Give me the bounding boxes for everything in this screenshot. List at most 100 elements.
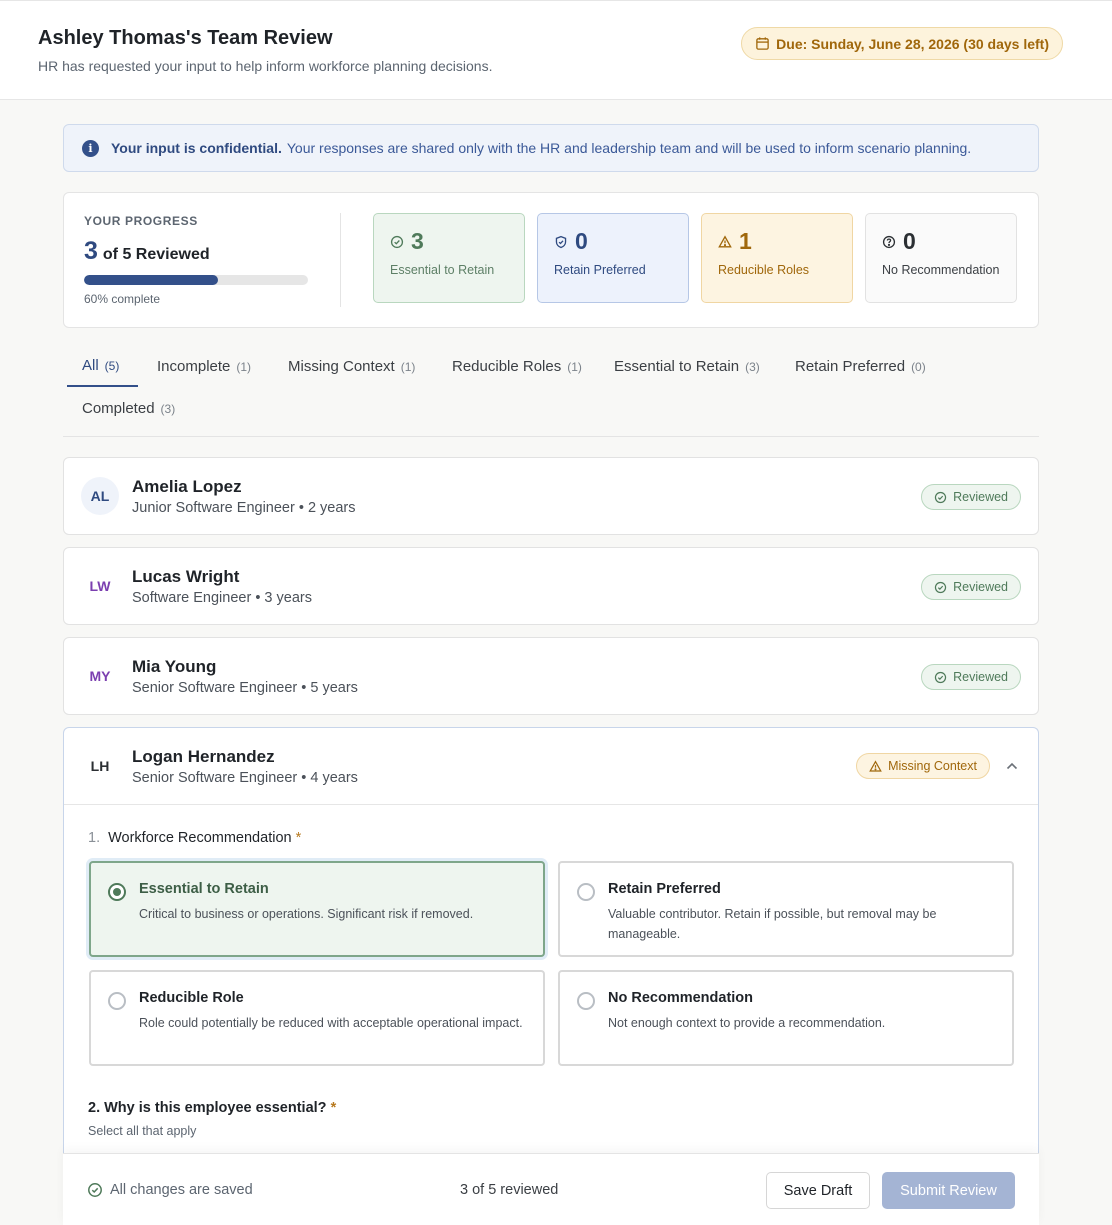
stat-reducible-value: 1	[739, 228, 752, 254]
reviewed-count: 3 of 5 reviewed	[460, 1182, 559, 1198]
banner-text: Your responses are shared only with the …	[286, 140, 972, 156]
employee-role: Software Engineer • 3 years	[132, 590, 312, 606]
reviewed-of-text: of 5 Reviewed	[102, 246, 210, 263]
tab-count: (0)	[911, 359, 926, 374]
status-text: Reviewed	[953, 580, 1008, 594]
option-title: Reducible Role	[139, 990, 244, 1006]
status-badge: Reviewed	[921, 664, 1021, 690]
tab-label: Retain Preferred	[795, 358, 906, 375]
avatar: MY	[89, 668, 111, 684]
tab-reducible-roles[interactable]: Reducible Roles (1)	[448, 346, 586, 387]
tab-count: (1)	[567, 359, 582, 374]
option-reducible-role[interactable]: Reducible Role Role could potentially be…	[89, 970, 545, 1066]
employee-role: Senior Software Engineer • 5 years	[132, 680, 358, 696]
tab-retain-preferred[interactable]: Retain Preferred (0)	[791, 346, 930, 387]
option-description: Role could potentially be reduced with a…	[139, 1016, 523, 1030]
sticky-footer: All changes are saved 3 of 5 reviewed Sa…	[63, 1153, 1039, 1225]
reviewed-number: 3	[84, 237, 98, 265]
tab-count: (3)	[745, 359, 760, 374]
tab-incomplete[interactable]: Incomplete (1)	[153, 346, 255, 387]
chevron-up-icon[interactable]	[1005, 759, 1019, 773]
page-header: Ashley Thomas's Team Review HR has reque…	[0, 0, 1112, 100]
employee-name: Lucas Wright	[132, 567, 240, 586]
tab-label: Reducible Roles	[452, 358, 562, 375]
tab-count: (5)	[104, 358, 120, 373]
required-mark: *	[330, 1100, 337, 1116]
info-icon: i	[82, 139, 99, 157]
progress-percent: 60% complete	[84, 292, 161, 306]
option-description: Critical to business or operations. Sign…	[139, 907, 474, 921]
radio[interactable]	[108, 992, 126, 1010]
progress-bar-fill	[84, 275, 219, 285]
employee-card[interactable]: MY Mia Young Senior Software Engineer • …	[63, 637, 1039, 715]
tab-completed[interactable]: Completed (3)	[78, 388, 179, 429]
status-text: Reviewed	[953, 490, 1008, 504]
employee-card[interactable]: LW Lucas Wright Software Engineer • 3 ye…	[63, 547, 1039, 625]
question-circle-icon	[882, 235, 896, 248]
check-circle-icon	[88, 1183, 102, 1197]
shield-icon	[555, 235, 567, 248]
stat-retain-preferred[interactable]: 0 Retain Preferred	[537, 213, 689, 303]
employee-card-expanded: LH Logan Hernandez Senior Software Engin…	[63, 727, 1039, 1225]
avatar: LH	[90, 758, 110, 774]
tab-label: Incomplete	[157, 358, 231, 375]
progress-label: YOUR PROGRESS	[84, 214, 198, 228]
radio[interactable]	[577, 883, 595, 901]
employee-name: Mia Young	[132, 657, 217, 676]
question-2-label: 2. Why is this employee essential? *	[88, 1100, 336, 1116]
status-text: Reviewed	[953, 670, 1008, 684]
option-description: Valuable contributor. Retain if possible…	[608, 907, 937, 941]
due-date-badge: Due: Sunday, June 28, 2026 (30 days left…	[741, 27, 1063, 60]
stat-essential-value: 3	[411, 228, 424, 254]
save-status-text: All changes are saved	[110, 1182, 253, 1198]
stat-reducible[interactable]: 1 Reducible Roles	[701, 213, 853, 303]
progress-bar	[84, 275, 308, 285]
stat-reducible-label: Reducible Roles	[718, 263, 810, 277]
tab-count: (1)	[400, 359, 416, 374]
tab-count: (1)	[236, 359, 252, 374]
status-badge: Missing Context	[856, 753, 990, 779]
page-title: Ashley Thomas's Team Review	[38, 27, 333, 49]
filter-tabs: All (5) Incomplete (1) Missing Context (1) …	[63, 344, 1039, 437]
question-text: Workforce Recommendation	[108, 830, 292, 846]
submit-review-button[interactable]: Submit Review	[882, 1172, 1015, 1209]
check-circle-icon	[934, 671, 947, 683]
warning-icon	[869, 759, 882, 772]
question-number: 1.	[88, 830, 101, 846]
tab-count: (3)	[160, 401, 176, 416]
tab-label: All	[82, 357, 99, 374]
stat-retain-value: 0	[575, 228, 588, 254]
warning-icon	[718, 234, 732, 247]
tab-label: Missing Context	[288, 358, 395, 375]
question-2-hint: Select all that apply	[88, 1124, 197, 1138]
employee-card-header[interactable]: LH Logan Hernandez Senior Software Engin…	[64, 728, 1038, 805]
tab-missing-context[interactable]: Missing Context (1)	[284, 346, 419, 387]
employee-role: Senior Software Engineer • 4 years	[132, 770, 358, 786]
progress-count: 3 of 5 Reviewed	[84, 237, 210, 266]
option-essential-to-retain[interactable]: Essential to Retain Critical to business…	[89, 861, 545, 957]
option-title: Retain Preferred	[608, 881, 721, 897]
status-badge: Reviewed	[921, 574, 1021, 600]
check-circle-icon	[934, 581, 947, 593]
stat-no-recommendation[interactable]: 0 No Recommendation	[865, 213, 1017, 303]
tab-essential-to-retain[interactable]: Essential to Retain (3)	[610, 346, 764, 387]
radio[interactable]	[577, 992, 595, 1010]
question-1-label: 1. Workforce Recommendation *	[88, 830, 301, 846]
employee-card[interactable]: AL Amelia Lopez Junior Software Engineer…	[63, 457, 1039, 535]
tab-label: Essential to Retain	[614, 358, 740, 375]
save-draft-button[interactable]: Save Draft	[766, 1172, 870, 1209]
option-title: Essential to Retain	[139, 881, 269, 897]
tab-label: Completed	[82, 400, 155, 417]
radio-selected[interactable]	[108, 883, 126, 901]
option-description: Not enough context to provide a recommen…	[608, 1016, 886, 1030]
stat-essential[interactable]: 3 Essential to Retain	[373, 213, 525, 303]
due-date-text: Due: Sunday, June 28, 2026 (30 days left…	[776, 35, 1049, 52]
check-circle-icon	[390, 235, 404, 248]
tab-all[interactable]: All (5)	[67, 346, 138, 387]
option-retain-preferred[interactable]: Retain Preferred Valuable contributor. R…	[558, 861, 1014, 957]
employee-name: Amelia Lopez	[132, 477, 242, 496]
question-text: 2. Why is this employee essential?	[88, 1100, 327, 1116]
option-no-recommendation[interactable]: No Recommendation Not enough context to …	[558, 970, 1014, 1066]
stat-retain-label: Retain Preferred	[554, 263, 646, 277]
stat-essential-label: Essential to Retain	[390, 263, 495, 277]
